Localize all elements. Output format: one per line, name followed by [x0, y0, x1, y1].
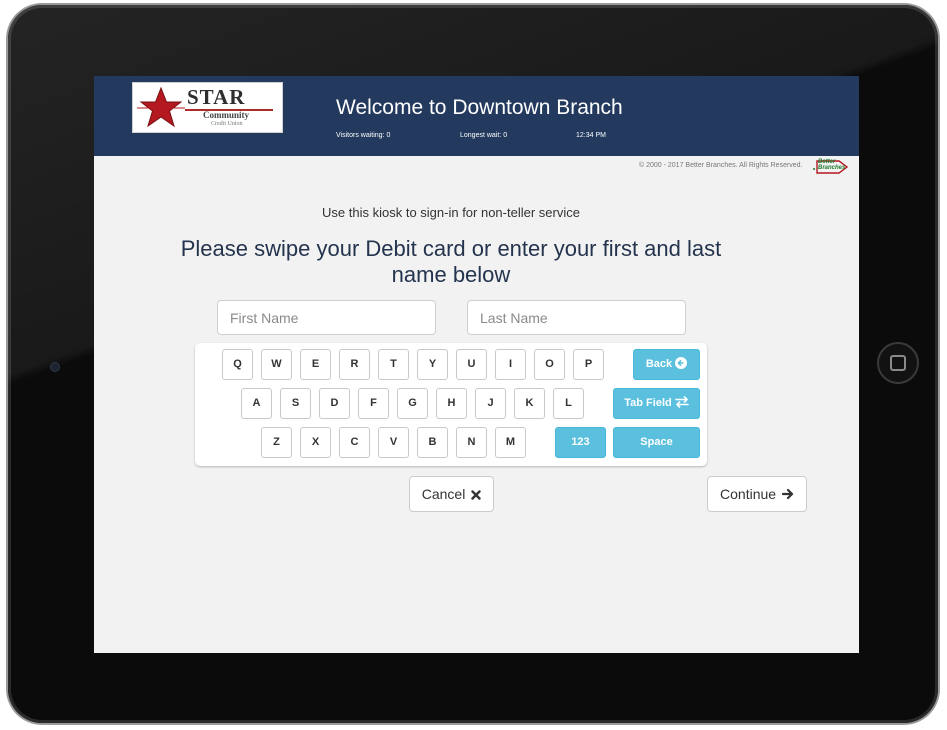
key-i[interactable]: I [495, 349, 526, 380]
key-l[interactable]: L [553, 388, 584, 419]
continue-button[interactable]: Continue [707, 476, 807, 512]
key-b[interactable]: B [417, 427, 448, 458]
key-h[interactable]: H [436, 388, 467, 419]
visitors-waiting: Visitors waiting: 0 [336, 132, 391, 139]
tab-field-key[interactable]: Tab Field [613, 388, 700, 419]
key-k[interactable]: K [514, 388, 545, 419]
key-y[interactable]: Y [417, 349, 448, 380]
last-name-input[interactable] [467, 300, 686, 335]
key-v[interactable]: V [378, 427, 409, 458]
star-logo-icon [137, 86, 185, 128]
cancel-button[interactable]: Cancel [409, 476, 494, 512]
tab-field-key-label: Tab Field [624, 397, 672, 409]
vendor-logo: Better Branches [811, 158, 849, 176]
key-p[interactable]: P [573, 349, 604, 380]
key-c[interactable]: C [339, 427, 370, 458]
key-o[interactable]: O [534, 349, 565, 380]
key-u[interactable]: U [456, 349, 487, 380]
key-j[interactable]: J [475, 388, 506, 419]
close-icon [469, 486, 481, 502]
numbers-key[interactable]: 123 [555, 427, 606, 458]
key-w[interactable]: W [261, 349, 292, 380]
key-n[interactable]: N [456, 427, 487, 458]
kiosk-screen: STAR Community Credit Union Welcome to D… [94, 76, 859, 653]
header-bar: STAR Community Credit Union Welcome to D… [94, 76, 859, 156]
circle-arrow-left-icon [675, 350, 688, 379]
on-screen-keyboard: Q W E R T Y U I O P Back A S D F G H J K… [195, 343, 707, 466]
key-f[interactable]: F [358, 388, 389, 419]
swipe-prompt: Please swipe your Debit card or enter yo… [180, 236, 722, 287]
instruction-text: Use this kiosk to sign-in for non-teller… [322, 205, 580, 220]
vendor-logo-line2: Branches [818, 165, 846, 171]
cancel-button-label: Cancel [421, 486, 466, 502]
welcome-title: Welcome to Downtown Branch [336, 96, 623, 119]
space-key[interactable]: Space [613, 427, 700, 458]
arrow-right-icon [780, 486, 794, 502]
continue-button-label: Continue [720, 486, 777, 502]
key-z[interactable]: Z [261, 427, 292, 458]
home-square-icon [890, 355, 906, 371]
key-s[interactable]: S [280, 388, 311, 419]
swap-arrows-icon [674, 389, 689, 418]
longest-wait: Longest wait: 0 [460, 132, 508, 139]
key-m[interactable]: M [495, 427, 526, 458]
key-x[interactable]: X [300, 427, 331, 458]
key-g[interactable]: G [397, 388, 428, 419]
key-r[interactable]: R [339, 349, 370, 380]
first-name-input[interactable] [217, 300, 436, 335]
key-a[interactable]: A [241, 388, 272, 419]
key-d[interactable]: D [319, 388, 350, 419]
back-key-label: Back [645, 358, 673, 370]
camera-icon [50, 362, 60, 372]
back-key[interactable]: Back [633, 349, 700, 380]
logo-name: STAR [187, 85, 246, 109]
home-button[interactable] [877, 342, 919, 384]
copyright-text: © 2000 - 2017 Better Branches. All Right… [639, 162, 803, 169]
vendor-logo-text: Better Branches [818, 159, 845, 171]
credit-union-logo: STAR Community Credit Union [132, 82, 283, 133]
logo-tagline: Credit Union [211, 121, 243, 127]
current-time: 12:34 PM [576, 132, 606, 139]
key-q[interactable]: Q [222, 349, 253, 380]
key-t[interactable]: T [378, 349, 409, 380]
key-e[interactable]: E [300, 349, 331, 380]
logo-subtitle: Community [203, 110, 250, 120]
